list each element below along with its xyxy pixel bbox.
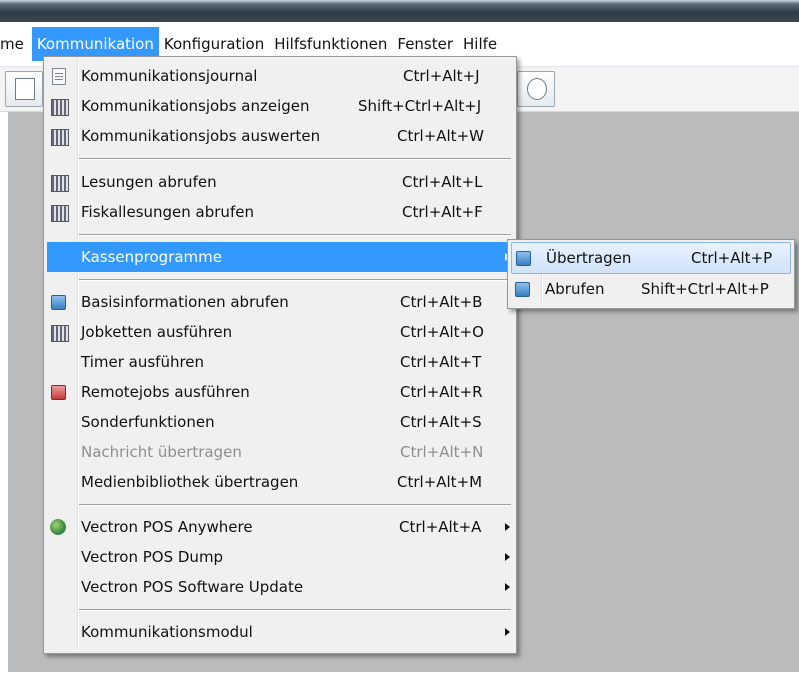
menu-separator <box>79 158 511 160</box>
view-icon <box>527 78 547 100</box>
kassenprogramme-submenu: Übertragen Ctrl+Alt+P Abrufen Shift+Ctrl… <box>507 239 795 309</box>
menu-item-basisinformationen-abrufen[interactable]: Basisinformationen abrufen Ctrl+Alt+B <box>47 287 513 317</box>
menu-item-kommunikationsjobs-anzeigen[interactable]: Kommunikationsjobs anzeigen Shift+Ctrl+A… <box>47 91 513 121</box>
menu-separator <box>79 279 511 281</box>
menu-item-timer-ausfuehren[interactable]: Timer ausführen Ctrl+Alt+T <box>47 347 513 377</box>
menu-item-jobketten-ausfuehren[interactable]: Jobketten ausführen Ctrl+Alt+O <box>47 317 513 347</box>
submenu-arrow-icon <box>505 523 510 531</box>
base-info-icon <box>51 295 66 310</box>
submenu-item-uebertragen[interactable]: Übertragen Ctrl+Alt+P <box>511 242 791 274</box>
menu-separator <box>79 609 511 611</box>
document-icon <box>15 78 35 100</box>
toolbar-document-button[interactable] <box>5 71 43 107</box>
submenu-arrow-icon <box>505 628 510 636</box>
menu-separator <box>79 234 511 236</box>
menu-item-vectron-pos-software-update[interactable]: Vectron POS Software Update <box>47 572 513 602</box>
menu-item-nachricht-uebertragen: Nachricht übertragen Ctrl+Alt+N <box>81 443 484 461</box>
menu-item-kommunikationsjournal[interactable]: Kommunikationsjournal Ctrl+Alt+J <box>47 61 513 91</box>
menu-item-sonderfunktionen[interactable]: Sonderfunktionen Ctrl+Alt+S <box>47 407 513 437</box>
job-chain-icon <box>51 325 69 342</box>
submenu-item-abrufen[interactable]: Abrufen Shift+Ctrl+Alt+P <box>511 274 791 304</box>
pos-anywhere-icon <box>50 519 66 535</box>
upload-program-icon <box>516 251 531 266</box>
menu-item-kommunikationsjobs-auswerten[interactable]: Kommunikationsjobs auswerten Ctrl+Alt+W <box>47 121 513 151</box>
download-program-icon <box>515 282 530 297</box>
submenu-arrow-icon <box>505 583 510 591</box>
fiscal-readings-icon <box>51 205 69 222</box>
menu-item-kommunikationsmodul[interactable]: Kommunikationsmodul <box>47 617 513 647</box>
jobs-view-icon <box>51 99 69 116</box>
menu-item-kassenprogramme[interactable]: Kassenprogramme <box>47 242 513 272</box>
submenu-arrow-icon <box>505 553 510 561</box>
menu-item-vectron-pos-dump[interactable]: Vectron POS Dump <box>47 542 513 572</box>
readings-icon <box>51 175 69 192</box>
jobs-evaluate-icon <box>51 129 69 146</box>
menu-item-lesungen-abrufen[interactable]: Lesungen abrufen Ctrl+Alt+L <box>47 167 513 197</box>
menubar-item-prev[interactable]: me <box>0 27 32 61</box>
menu-item-fiskallesungen-abrufen[interactable]: Fiskallesungen abrufen Ctrl+Alt+F <box>47 197 513 227</box>
remote-jobs-icon <box>51 385 66 400</box>
toolbar-view-button[interactable] <box>517 71 555 107</box>
menu-item-medienbibliothek-uebertragen[interactable]: Medienbibliothek übertragen Ctrl+Alt+M <box>47 467 513 497</box>
menu-item-vectron-pos-anywhere[interactable]: Vectron POS Anywhere Ctrl+Alt+A <box>47 512 513 542</box>
menu-item-remotejobs-ausfuehren[interactable]: Remotejobs ausführen Ctrl+Alt+R <box>47 377 513 407</box>
menu-separator <box>79 504 511 506</box>
kommunikation-menu: Kommunikationsjournal Ctrl+Alt+J Kommuni… <box>43 56 517 654</box>
journal-icon <box>52 68 66 85</box>
window-titlebar <box>0 0 799 22</box>
